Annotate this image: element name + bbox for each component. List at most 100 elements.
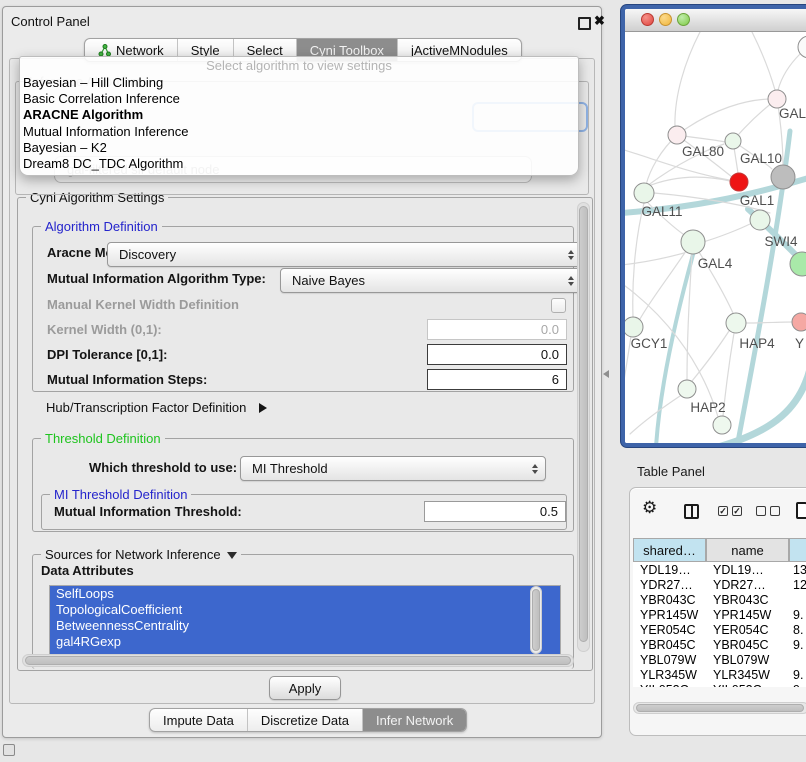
- tab-discretize-data[interactable]: Discretize Data: [248, 709, 363, 731]
- attribute-list-item[interactable]: gal4RGexp: [50, 634, 560, 650]
- mi-threshold-label: Mutual Information Threshold:: [54, 504, 242, 519]
- network-node[interactable]: [792, 313, 806, 331]
- table-row[interactable]: YBR043CYBR043C: [633, 592, 806, 607]
- table-cell: YDL19…: [706, 563, 789, 577]
- sources-group: Sources for Network Inference Data Attri…: [32, 554, 574, 669]
- network-node[interactable]: [730, 173, 748, 191]
- mi-threshold-value: 0.5: [540, 504, 558, 519]
- table-row[interactable]: YER054CYER054C8.: [633, 622, 806, 637]
- table-horizontal-scrollbar-thumb[interactable]: [636, 704, 804, 712]
- table-row[interactable]: YPR145WYPR145W9.: [633, 607, 806, 622]
- float-panel-icon[interactable]: [578, 17, 591, 30]
- network-node[interactable]: [634, 183, 654, 203]
- zoom-window-icon[interactable]: [677, 13, 690, 26]
- table-row[interactable]: YDL19…YDL19…13: [633, 562, 806, 577]
- network-node[interactable]: [750, 210, 770, 230]
- network-canvas[interactable]: GALGAL80GAL10GAL1GAL11SWI4GAL4GCY1HAP4YH…: [625, 32, 806, 444]
- settings-horizontal-scrollbar[interactable]: [22, 654, 574, 667]
- mi-algorithm-type-combo[interactable]: Naive Bayes: [280, 268, 582, 293]
- algorithm-option[interactable]: ARACNE Algorithm: [20, 107, 578, 123]
- sources-group-title[interactable]: Sources for Network Inference: [41, 547, 241, 562]
- deselect-all-icon[interactable]: [756, 506, 766, 516]
- dpi-tolerance-field[interactable]: 0.0: [427, 344, 567, 365]
- mi-threshold-field[interactable]: 0.5: [424, 501, 566, 522]
- split-pane-collapse-icon[interactable]: [603, 370, 609, 378]
- select-all-checked-icon[interactable]: ✓: [732, 506, 742, 516]
- table-cell: YDL19…: [633, 563, 706, 577]
- column-header-partial[interactable]: [789, 538, 806, 562]
- hub-definition-expander[interactable]: Hub/Transcription Factor Definition: [46, 400, 267, 415]
- network-edge[interactable]: [703, 223, 752, 242]
- table-row[interactable]: YBL079WYBL079W: [633, 652, 806, 667]
- algorithm-option[interactable]: Basic Correlation Inference: [20, 91, 578, 107]
- network-node[interactable]: [678, 380, 696, 398]
- network-edge[interactable]: [746, 322, 792, 323]
- aracne-mode-combo[interactable]: Discovery: [107, 242, 582, 267]
- network-node[interactable]: [625, 317, 643, 337]
- select-all-checked-icon[interactable]: ✓: [718, 506, 728, 516]
- attribute-list-item[interactable]: BetweennessCentrality: [50, 618, 560, 634]
- network-edge[interactable]: [677, 99, 777, 135]
- network-view-window[interactable]: GALGAL80GAL10GAL1GAL11SWI4GAL4GCY1HAP4YH…: [621, 5, 806, 447]
- data-attributes-list[interactable]: SelfLoopsTopologicalCoefficientBetweenne…: [49, 585, 561, 657]
- close-panel-icon[interactable]: ✖: [594, 13, 605, 29]
- algorithm-option[interactable]: Bayesian – K2: [20, 140, 578, 156]
- network-node[interactable]: [771, 165, 795, 189]
- mi-algorithm-type-label: Mutual Information Algorithm Type:: [47, 271, 266, 286]
- table-panel: ⚙ ✓ ✓ shared… name YDL19…YDL19…13YDR27…Y…: [629, 487, 806, 736]
- tab-infer-network[interactable]: Infer Network: [363, 709, 466, 731]
- network-node-label: SWI4: [764, 234, 797, 249]
- table-cell: YPR145W: [633, 608, 706, 622]
- column-header-name[interactable]: name: [706, 538, 789, 562]
- network-window-titlebar[interactable]: [625, 9, 806, 32]
- table-row[interactable]: YBR045CYBR045C9.: [633, 637, 806, 652]
- close-window-icon[interactable]: [641, 13, 654, 26]
- network-edge[interactable]: [778, 54, 800, 90]
- attributes-list-scrollbar[interactable]: [530, 586, 542, 654]
- settings-vertical-scrollbar[interactable]: [577, 202, 590, 652]
- network-node[interactable]: [681, 230, 705, 254]
- network-node[interactable]: [713, 416, 731, 434]
- algorithm-option[interactable]: Dream8 DC_TDC Algorithm: [20, 156, 578, 172]
- network-edge[interactable]: [692, 331, 729, 381]
- column-selector-icon[interactable]: [684, 504, 699, 519]
- network-node[interactable]: [726, 313, 746, 333]
- network-node[interactable]: [668, 126, 686, 144]
- dpi-tolerance-label: DPI Tolerance [0,1]:: [47, 347, 167, 362]
- algorithm-option[interactable]: Bayesian – Hill Climbing: [20, 75, 578, 91]
- apply-button[interactable]: Apply: [269, 676, 341, 700]
- table-row[interactable]: YIL052CYIL052C9: [633, 682, 806, 687]
- network-tab-icon: [98, 44, 111, 57]
- attribute-list-item[interactable]: SelfLoops: [50, 586, 560, 602]
- network-edge[interactable]: [752, 32, 775, 90]
- which-threshold-combo[interactable]: MI Threshold: [240, 456, 546, 481]
- settings-horizontal-scrollbar-thumb[interactable]: [25, 656, 571, 665]
- table-horizontal-scrollbar[interactable]: [633, 702, 806, 714]
- export-table-icon[interactable]: [796, 502, 806, 519]
- stepper-arrows-icon[interactable]: [568, 250, 574, 260]
- algorithm-option[interactable]: Mutual Information Inference: [20, 124, 578, 140]
- network-edge[interactable]: [625, 253, 684, 265]
- network-edge-highlighted[interactable]: [718, 369, 806, 444]
- minimize-window-icon[interactable]: [659, 13, 672, 26]
- table-settings-gear-icon[interactable]: ⚙: [642, 499, 657, 516]
- table-row[interactable]: YDR27…YDR27…12: [633, 577, 806, 592]
- column-header-shared-name[interactable]: shared…: [633, 538, 706, 562]
- kernel-width-value: 0.0: [541, 322, 559, 337]
- attribute-list-item[interactable]: TopologicalCoefficient: [50, 602, 560, 618]
- stepper-arrows-icon[interactable]: [568, 276, 574, 286]
- network-edge[interactable]: [675, 32, 700, 127]
- network-node[interactable]: [725, 133, 741, 149]
- kernel-width-field[interactable]: 0.0: [427, 319, 567, 340]
- deselect-all-icon[interactable]: [770, 506, 780, 516]
- network-edge[interactable]: [646, 177, 730, 187]
- table-row[interactable]: YLR345WYLR345W9.: [633, 667, 806, 682]
- manual-kernel-width-checkbox[interactable]: [551, 298, 566, 313]
- tab-impute-data[interactable]: Impute Data: [150, 709, 248, 731]
- network-edge[interactable]: [630, 396, 680, 434]
- mi-steps-field[interactable]: 6: [427, 369, 567, 390]
- minimized-panel-icon[interactable]: [3, 744, 15, 756]
- settings-vertical-scrollbar-thumb[interactable]: [579, 206, 588, 642]
- attributes-list-scrollbar-thumb[interactable]: [532, 589, 540, 651]
- stepper-arrows-icon[interactable]: [532, 464, 538, 474]
